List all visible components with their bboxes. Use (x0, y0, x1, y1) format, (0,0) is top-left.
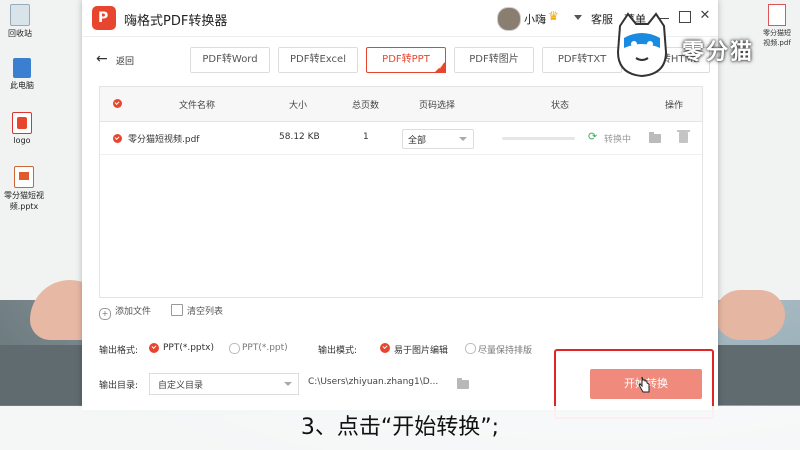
file-name: 零分猫短视频.pdf (128, 135, 200, 145)
output-mode-label: 输出模式: (318, 346, 358, 356)
table-header: 文件名称 大小 总页数 页码选择 状态 操作 (100, 87, 702, 122)
username[interactable]: 小嗨 (524, 11, 546, 27)
close-button[interactable]: ✕ (698, 9, 712, 23)
desktop-icon-this-pc[interactable]: 此电脑 (0, 58, 44, 91)
tab-pdf-to-txt[interactable]: PDF转TXT (542, 47, 622, 73)
desktop-icon-label: 零分猫短视频.pptx (4, 191, 44, 211)
check-icon: ✓ (438, 63, 444, 71)
chevron-down-icon[interactable] (574, 15, 582, 20)
desktop-icon-logo[interactable]: logo (0, 112, 44, 145)
back-button[interactable]: 返回 (116, 54, 134, 67)
maximize-button[interactable] (679, 11, 691, 23)
page-range-select[interactable]: 全部 (402, 129, 474, 149)
radio-pptx[interactable] (149, 343, 159, 353)
image-file-icon (12, 112, 32, 134)
output-format-label: 输出格式: (99, 346, 139, 356)
tab-label: PDF转图片 (469, 54, 519, 65)
desktop-icon-label: 零分猫短视频.pdf (763, 29, 791, 47)
folder-icon[interactable] (649, 132, 661, 143)
page-count: 1 (363, 132, 369, 142)
app-logo-icon: P (92, 6, 116, 30)
caption-text: 3、点击“开始转换”; (300, 415, 500, 440)
clear-list-label: 清空列表 (187, 307, 224, 317)
output-dir-select-value: 自定义目录 (158, 381, 204, 391)
page-range-value: 全部 (408, 136, 427, 146)
tab-pdf-to-image[interactable]: PDF转图片 (454, 47, 534, 73)
output-dir-select[interactable]: 自定义目录 (149, 373, 299, 395)
column-header-pages: 总页数 (352, 101, 380, 111)
desktop-icon-label: 回收站 (8, 29, 32, 38)
back-arrow-icon[interactable]: ← (96, 52, 108, 66)
pdf-file-icon (768, 4, 786, 26)
tab-label: PDF转Excel (290, 54, 346, 65)
cat-logo-icon (616, 12, 668, 78)
avatar[interactable] (497, 7, 521, 31)
caption-bar: 3、点击“开始转换”; (0, 406, 800, 450)
add-file-button[interactable]: + 添加文件 (99, 304, 151, 320)
radio-keep-layout[interactable] (465, 343, 476, 354)
output-dir-label: 输出目录: (99, 381, 139, 391)
tab-pdf-to-ppt[interactable]: PDF转PPT ✓ (366, 47, 446, 73)
conversion-progress-bar (502, 137, 575, 140)
clear-list-button[interactable]: 清空列表 (171, 304, 223, 317)
radio-ppt[interactable] (229, 343, 240, 354)
column-header-name: 文件名称 (179, 101, 216, 111)
desktop-icon-label: 此电脑 (10, 81, 34, 90)
desktop-icon-recycle-bin[interactable]: 回收站 (0, 4, 42, 39)
select-all-checkbox[interactable] (113, 99, 122, 108)
chevron-down-icon (284, 382, 292, 386)
column-header-page-select: 页码选择 (419, 101, 456, 111)
desktop-icon-label: logo (13, 136, 31, 145)
tab-label: PDF转Word (202, 54, 258, 65)
chevron-down-icon (459, 137, 467, 141)
trash-icon[interactable] (677, 130, 690, 143)
crown-icon: ♛ (548, 9, 559, 23)
desktop-icon-pptx[interactable]: 零分猫短视频.pptx (2, 166, 46, 212)
tab-label: PDF转PPT (382, 54, 430, 65)
hand-cursor-icon (638, 376, 650, 393)
table-row: 零分猫短视频.pdf 58.12 KB 1 全部 ⟳ 转换中 (100, 122, 702, 155)
refresh-icon: ⟳ (588, 130, 598, 143)
add-file-label: 添加文件 (115, 307, 152, 317)
output-dir-path: C:\Users\zhiyuan.zhang1\D... (308, 377, 439, 387)
tab-pdf-to-excel[interactable]: PDF转Excel (278, 47, 358, 73)
tab-label: PDF转TXT (557, 54, 607, 65)
service-button[interactable]: 客服 (591, 11, 613, 27)
radio-image-edit-label[interactable]: 易于图片编辑 (394, 343, 448, 356)
recycle-bin-icon (10, 4, 30, 26)
tab-pdf-to-word[interactable]: PDF转Word (190, 47, 270, 73)
column-header-action: 操作 (665, 101, 684, 111)
radio-ppt-label[interactable]: PPT(*.ppt) (242, 343, 288, 353)
radio-pptx-label[interactable]: PPT(*.pptx) (163, 343, 214, 353)
folder-icon[interactable] (457, 378, 469, 389)
app-title: 嗨格式PDF转换器 (124, 14, 228, 29)
radio-image-edit[interactable] (380, 343, 390, 353)
column-header-size: 大小 (289, 101, 308, 111)
brand-watermark: 零分猫 (682, 40, 755, 65)
desktop-icon-pdf[interactable]: 零分猫短视频.pdf (762, 4, 792, 48)
pptx-file-icon (14, 166, 34, 188)
row-checkbox[interactable] (113, 134, 122, 143)
radio-keep-layout-label[interactable]: 尽量保持排版 (478, 343, 532, 356)
computer-icon (13, 58, 31, 78)
plus-icon: + (99, 308, 111, 320)
file-table: 文件名称 大小 总页数 页码选择 状态 操作 零分猫短视频.pdf 58.12 … (99, 86, 703, 298)
file-size: 58.12 KB (279, 132, 320, 142)
column-header-status: 状态 (551, 101, 570, 111)
hand-photo-right (715, 290, 785, 340)
trash-icon (171, 304, 183, 316)
status-text: 转换中 (604, 135, 632, 145)
